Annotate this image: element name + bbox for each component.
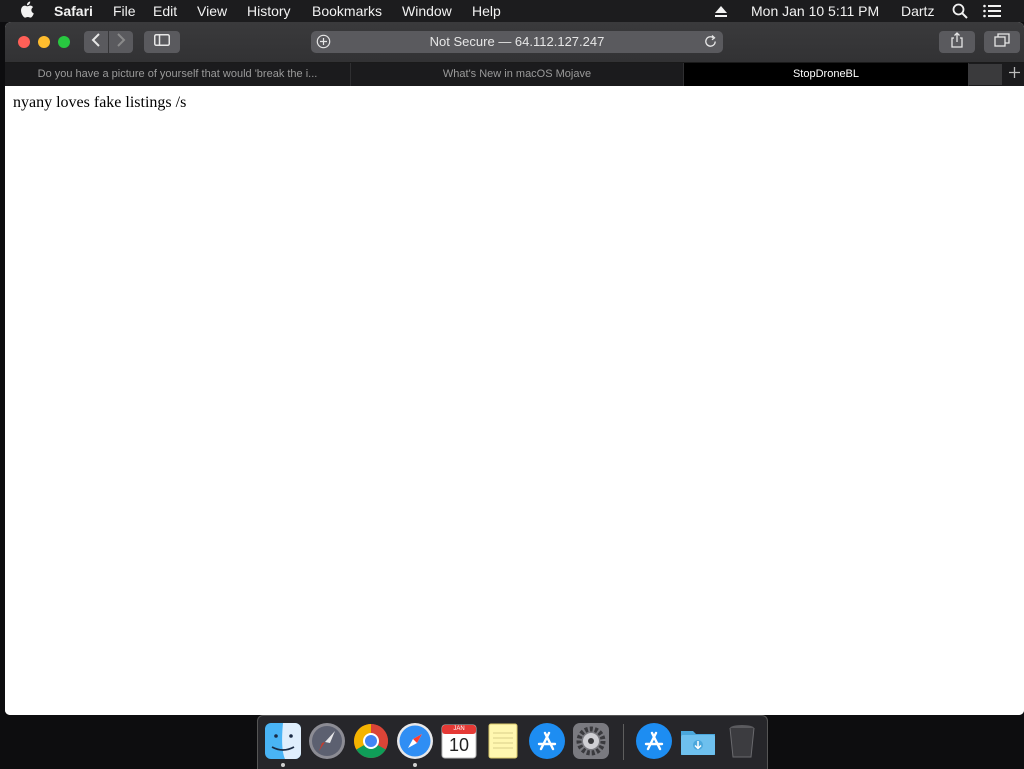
eject-icon[interactable] bbox=[714, 4, 728, 22]
dock: JAN 10 bbox=[257, 715, 768, 769]
chrome-icon[interactable] bbox=[352, 722, 390, 760]
menu-clock[interactable]: Mon Jan 10 5:11 PM bbox=[751, 2, 879, 20]
share-icon bbox=[950, 31, 964, 53]
finder-icon[interactable] bbox=[264, 722, 302, 760]
safari-icon[interactable] bbox=[396, 722, 434, 760]
toolbar: Not Secure — 64.112.127.247 bbox=[5, 22, 1024, 63]
close-button[interactable] bbox=[18, 36, 30, 48]
menu-file[interactable]: File bbox=[113, 2, 136, 20]
page-body-text: nyany loves fake listings /s bbox=[13, 94, 187, 111]
forward-button[interactable] bbox=[109, 31, 133, 53]
safari-window: Not Secure — 64.112.127.247 Do you have … bbox=[5, 22, 1024, 715]
tab-picture[interactable]: Do you have a picture of yourself that w… bbox=[5, 63, 351, 86]
share-button[interactable] bbox=[939, 31, 975, 53]
list-icon[interactable] bbox=[983, 4, 1001, 22]
address-text: Not Secure — 64.112.127.247 bbox=[429, 34, 605, 49]
menu-bar: Safari File Edit View History Bookmarks … bbox=[0, 0, 1024, 22]
menu-view[interactable]: View bbox=[197, 2, 227, 20]
menu-edit[interactable]: Edit bbox=[153, 2, 177, 20]
calendar-day: 10 bbox=[448, 735, 470, 755]
sidebar-button[interactable] bbox=[144, 31, 180, 53]
dock-separator bbox=[623, 724, 624, 760]
launchpad-icon[interactable] bbox=[308, 722, 346, 760]
menu-window[interactable]: Window bbox=[402, 2, 452, 20]
minimize-button[interactable] bbox=[38, 36, 50, 48]
apple-icon[interactable] bbox=[20, 1, 34, 22]
menu-user[interactable]: Dartz bbox=[901, 2, 934, 20]
tab-bar: Do you have a picture of yourself that w… bbox=[5, 63, 1024, 86]
app-store-icon[interactable] bbox=[528, 722, 566, 760]
safari-running-dot bbox=[413, 763, 417, 767]
tab-macos-mojave[interactable]: What's New in macOS Mojave bbox=[351, 63, 684, 86]
menu-history[interactable]: History bbox=[247, 2, 291, 20]
chevron-left-icon bbox=[91, 32, 101, 52]
zoom-button[interactable] bbox=[58, 36, 70, 48]
menu-help[interactable]: Help bbox=[472, 2, 501, 20]
calendar-icon[interactable]: JAN 10 bbox=[440, 722, 478, 760]
page-content: nyany loves fake listings /s bbox=[5, 86, 1024, 715]
new-tab-button[interactable] bbox=[1005, 63, 1024, 86]
tab-overview-button[interactable] bbox=[984, 31, 1020, 53]
sidebar-icon bbox=[154, 33, 170, 51]
tab-bar-spacer bbox=[968, 64, 1002, 85]
search-icon[interactable] bbox=[952, 3, 968, 23]
downloads-folder-icon[interactable] bbox=[679, 722, 717, 760]
calendar-month: JAN bbox=[453, 726, 465, 732]
chevron-right-icon bbox=[116, 32, 126, 52]
finder-running-dot bbox=[281, 763, 285, 767]
reload-icon[interactable] bbox=[703, 34, 718, 54]
menu-bookmarks[interactable]: Bookmarks bbox=[312, 2, 382, 20]
menu-app-name[interactable]: Safari bbox=[54, 2, 93, 20]
system-preferences-icon[interactable] bbox=[572, 722, 610, 760]
plus-icon bbox=[1009, 65, 1020, 82]
notes-icon[interactable] bbox=[484, 722, 522, 760]
address-bar[interactable]: Not Secure — 64.112.127.247 bbox=[311, 31, 723, 53]
trash-icon[interactable] bbox=[723, 722, 761, 760]
back-button[interactable] bbox=[84, 31, 108, 53]
tab-stopdronebl[interactable]: StopDroneBL bbox=[684, 63, 969, 86]
tabs-icon bbox=[994, 32, 1010, 52]
app-store-download-icon[interactable] bbox=[635, 722, 673, 760]
